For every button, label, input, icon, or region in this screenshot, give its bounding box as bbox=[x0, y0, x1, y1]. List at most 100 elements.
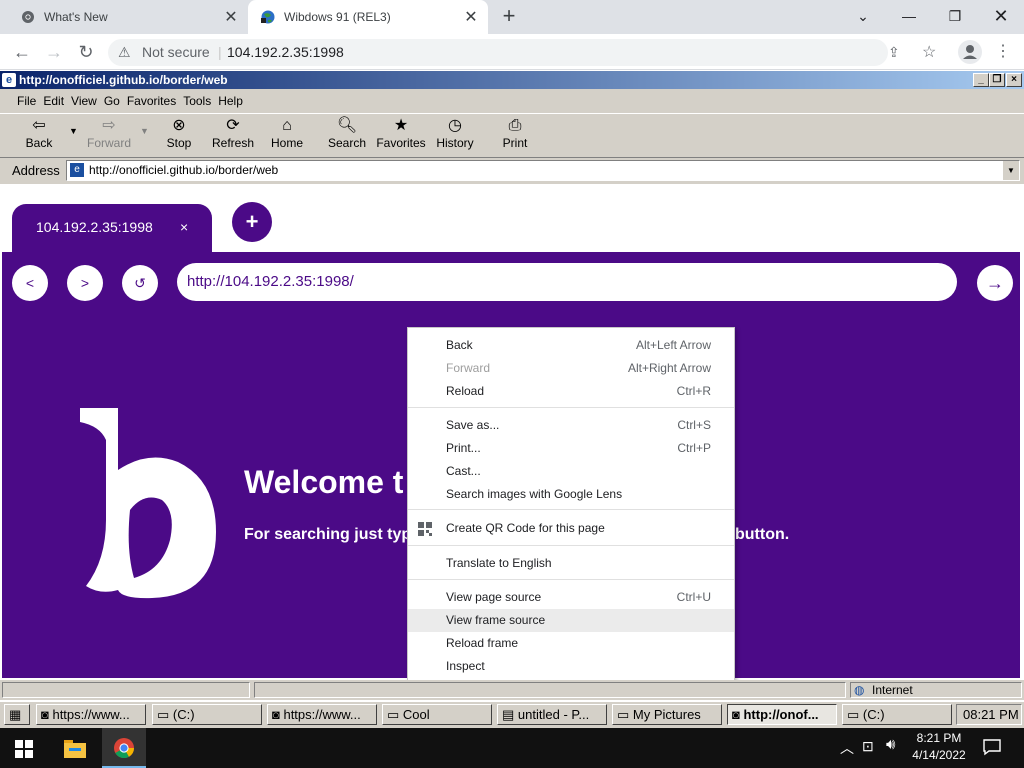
ie-refresh-label: Refresh bbox=[211, 136, 255, 150]
taskbar-item[interactable]: ▤ untitled - P... bbox=[497, 704, 607, 725]
xp-clock: 08:21 PM bbox=[956, 704, 1022, 725]
share-icon[interactable]: ⇪ bbox=[888, 39, 900, 66]
stop-icon: ⊗ bbox=[172, 117, 186, 134]
ie-back-button[interactable]: ⇦ Back bbox=[11, 116, 67, 150]
search-hint-tail: button. bbox=[735, 526, 790, 543]
xp-start-icon[interactable]: ▦ bbox=[4, 704, 30, 725]
chrome-tab-wibdows[interactable]: Wibdows 91 (REL3) ✕ bbox=[248, 0, 488, 34]
taskbar-item[interactable]: ◙ https://www... bbox=[267, 704, 377, 725]
web-go-button[interactable]: → bbox=[977, 265, 1013, 301]
omnibox[interactable]: ⚠ Not secure | 104.192.2.35:1998 ⇪ ☆ bbox=[108, 39, 936, 66]
ctx-google-lens[interactable]: Search images with Google Lens bbox=[408, 483, 734, 506]
favorites-icon: ★ bbox=[393, 117, 409, 134]
ctx-reload[interactable]: Reload Ctrl+R bbox=[408, 380, 734, 403]
status-pane bbox=[2, 682, 250, 698]
clock-date: 4/14/2022 bbox=[912, 748, 966, 762]
taskbar-item[interactable]: ▭ (C:) bbox=[152, 704, 262, 725]
menu-help[interactable]: Help bbox=[218, 94, 243, 108]
ie-history-label: History bbox=[436, 136, 474, 150]
paint-icon: ▤ bbox=[502, 707, 518, 722]
system-clock[interactable]: 8:21 PM 4/14/2022 bbox=[904, 730, 974, 764]
chrome-icon bbox=[114, 738, 135, 759]
refresh-icon: ⟳ bbox=[226, 117, 240, 134]
kebab-menu-icon[interactable]: ⋮ bbox=[992, 42, 1014, 62]
minimize-button[interactable]: — bbox=[886, 0, 932, 32]
status-pane bbox=[254, 682, 846, 698]
ie-status-bar: ◍ Internet bbox=[0, 680, 1024, 700]
ctx-save-as[interactable]: Save as... Ctrl+S bbox=[408, 414, 734, 437]
ctx-inspect[interactable]: Inspect bbox=[408, 655, 734, 678]
taskbar-item-active[interactable]: ◙ http://onof... bbox=[727, 704, 837, 725]
menu-go[interactable]: Go bbox=[104, 94, 120, 108]
back-icon[interactable]: ← bbox=[11, 42, 33, 62]
menu-view[interactable]: View bbox=[71, 94, 97, 108]
address-dropdown-icon[interactable]: ▼ bbox=[1003, 161, 1019, 180]
ctx-print[interactable]: Print... Ctrl+P bbox=[408, 437, 734, 460]
menu-edit[interactable]: Edit bbox=[43, 94, 64, 108]
tab-title: What's New bbox=[44, 10, 108, 24]
menu-tools[interactable]: Tools bbox=[183, 94, 211, 108]
taskbar-item[interactable]: ▭ (C:) bbox=[842, 704, 952, 725]
web-url-input[interactable]: http://104.192.2.35:1998/ bbox=[177, 263, 957, 301]
restore-button[interactable]: ❐ bbox=[932, 0, 978, 32]
show-hidden-icons[interactable]: ︿ bbox=[840, 738, 854, 758]
ie-address-field[interactable]: e http://onofficiel.github.io/border/web… bbox=[66, 160, 1020, 181]
file-explorer-icon[interactable] bbox=[64, 738, 86, 758]
web-tab[interactable]: 104.192.2.35:1998 × bbox=[12, 204, 212, 252]
taskbar-item[interactable]: ▭ My Pictures bbox=[612, 704, 722, 725]
ctx-qr-code[interactable]: Create QR Code for this page bbox=[408, 517, 734, 540]
menu-file[interactable]: File bbox=[17, 94, 36, 108]
ctx-translate[interactable]: Translate to English bbox=[408, 552, 734, 575]
ie-back-label: Back bbox=[25, 136, 53, 150]
close-tab-icon[interactable]: ✕ bbox=[220, 7, 242, 27]
chrome-taskbar-button[interactable] bbox=[102, 728, 146, 768]
ie-stop-button[interactable]: ⊗ Stop bbox=[151, 116, 207, 150]
windows-start-icon[interactable] bbox=[15, 740, 33, 758]
ie-history-button[interactable]: ◷ History bbox=[427, 116, 483, 150]
reload-icon[interactable]: ↻ bbox=[75, 42, 97, 62]
ie-restore-button[interactable]: ❐ bbox=[989, 73, 1005, 87]
close-tab-icon[interactable]: ✕ bbox=[460, 7, 482, 27]
close-window-button[interactable]: ✕ bbox=[978, 0, 1024, 32]
ie-minimize-button[interactable]: _ bbox=[973, 73, 989, 87]
ie-search-label: Search bbox=[327, 136, 367, 150]
ie-home-button[interactable]: ⌂ Home bbox=[259, 116, 315, 150]
web-reload-button[interactable]: ↺ bbox=[122, 265, 158, 301]
forward-icon[interactable]: → bbox=[43, 42, 65, 62]
web-new-tab-button[interactable]: + bbox=[232, 202, 272, 242]
notification-icon[interactable] bbox=[983, 738, 1001, 756]
menu-favorites[interactable]: Favorites bbox=[127, 94, 176, 108]
ie-icon: e bbox=[2, 73, 16, 87]
ctx-back[interactable]: Back Alt+Left Arrow bbox=[408, 334, 734, 357]
ctx-reload-frame[interactable]: Reload frame bbox=[408, 632, 734, 655]
ctx-cast[interactable]: Cast... bbox=[408, 460, 734, 483]
web-forward-button[interactable]: > bbox=[67, 265, 103, 301]
ctx-separator bbox=[408, 545, 734, 546]
bookmark-star-icon[interactable]: ☆ bbox=[922, 39, 936, 66]
profile-avatar[interactable] bbox=[958, 40, 982, 64]
ie-favorites-button[interactable]: ★ Favorites bbox=[373, 116, 429, 150]
ie-forward-button[interactable]: ⇨ Forward bbox=[81, 116, 137, 150]
taskbar-item[interactable]: ◙ https://www... bbox=[36, 704, 146, 725]
welcome-heading: Welcome t bbox=[244, 464, 404, 500]
ie-close-button[interactable]: × bbox=[1006, 73, 1022, 87]
internet-globe-icon: ◍ bbox=[854, 683, 865, 697]
taskbar-item[interactable]: ▭ Cool bbox=[382, 704, 492, 725]
ie-refresh-button[interactable]: ⟳ Refresh bbox=[205, 116, 261, 150]
warning-icon[interactable]: ⚠ bbox=[118, 39, 131, 66]
chrome-tab-whats-new[interactable]: What's New ✕ bbox=[0, 0, 248, 34]
web-back-button[interactable]: < bbox=[12, 265, 48, 301]
back-dropdown-icon[interactable]: ▼ bbox=[69, 126, 78, 136]
forward-dropdown-icon[interactable]: ▼ bbox=[140, 126, 149, 136]
new-tab-button[interactable]: + bbox=[496, 4, 522, 30]
ie-forward-label: Forward bbox=[86, 136, 131, 150]
network-icon[interactable]: ⊡ bbox=[862, 738, 874, 755]
ie-search-button[interactable]: 🔍︎ Search bbox=[319, 116, 375, 150]
tab-search-icon[interactable]: ⌄ bbox=[840, 0, 886, 32]
volume-icon[interactable]: 🔊︎ bbox=[886, 736, 895, 753]
ctx-view-page-source[interactable]: View page source Ctrl+U bbox=[408, 586, 734, 609]
person-icon bbox=[963, 45, 977, 59]
ctx-view-frame-source[interactable]: View frame source bbox=[408, 609, 734, 632]
ie-print-button[interactable]: ⎙ Print bbox=[487, 116, 543, 150]
web-tab-close-icon[interactable]: × bbox=[180, 204, 188, 250]
